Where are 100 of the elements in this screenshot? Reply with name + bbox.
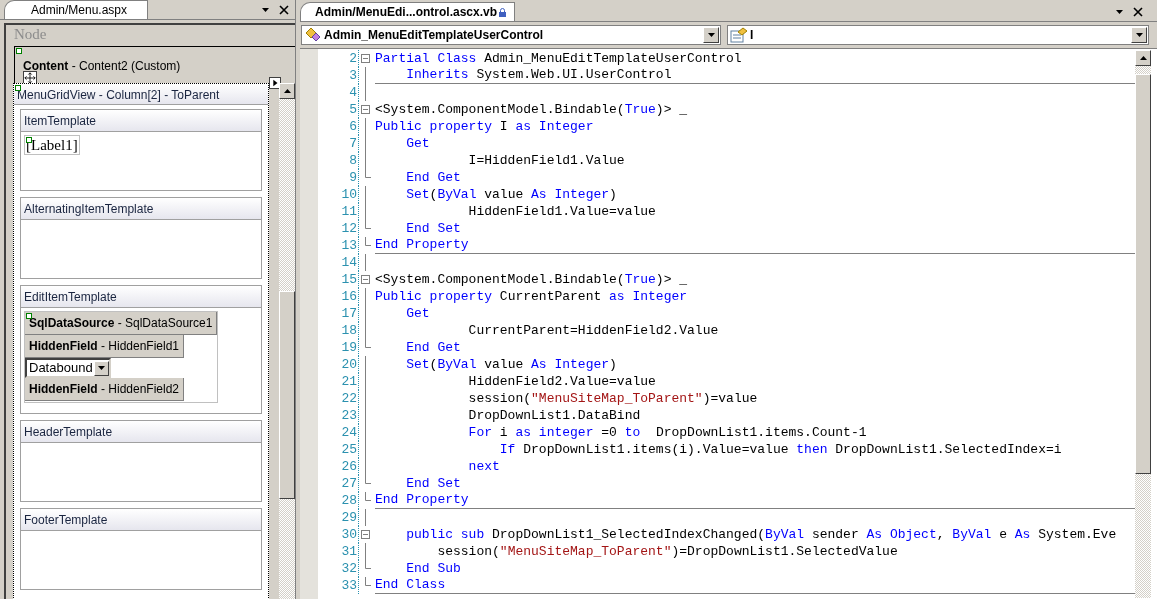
window-menu-icon (262, 8, 269, 12)
component-control: HiddenField - HiddenField1 (25, 335, 185, 358)
line-number: 8 (348, 151, 358, 170)
code-line: End Set (405, 475, 461, 492)
scroll-up-button[interactable] (279, 83, 295, 99)
scroll-thumb[interactable] (1135, 74, 1151, 474)
collapse-icon[interactable] (361, 54, 370, 63)
code-line: HiddenField2.Value=value (467, 373, 656, 390)
code-line: I=HiddenField1.Value (467, 152, 625, 169)
line-number: 25 (340, 440, 358, 459)
code-line: <System.ComponentModel.Bindable(True)> _ (375, 101, 688, 118)
class-icon (304, 27, 322, 43)
line-number: 21 (340, 372, 358, 391)
line-number: 13 (340, 236, 358, 255)
dropdown-arrow-icon (1135, 33, 1143, 37)
code-line: Get (405, 305, 430, 322)
line-number: 33 (340, 576, 358, 595)
fold-end-mark (365, 169, 371, 178)
line-number: 14 (340, 253, 358, 272)
smart-tag-icon[interactable] (15, 85, 21, 91)
class-dropdown[interactable]: Admin_MenuEditTemplateUserControl (301, 25, 721, 45)
dropdown-arrow-icon (707, 33, 715, 37)
component-control: HiddenField - HiddenField2 (25, 378, 185, 401)
template-title: FooterTemplate (21, 509, 261, 531)
window-menu-icon (1116, 10, 1123, 14)
line-number: 32 (340, 559, 358, 578)
code-line: Partial Class Admin_MenuEditTemplateUserControl (375, 50, 742, 67)
line-number: 23 (340, 406, 358, 425)
line-number: 16 (340, 287, 358, 306)
code-line: End Property (375, 492, 469, 508)
code-line: If DropDownList1.items(i).Value=value then DropDownList1.SelectedIndex=i (498, 441, 1062, 458)
dropdown-arrow-icon (98, 366, 105, 370)
fold-line (365, 543, 366, 560)
collapse-icon[interactable] (361, 105, 370, 114)
line-number: 28 (340, 491, 358, 510)
code-line: Inherits System.Web.UI.UserControl (405, 67, 672, 83)
line-number: 5 (348, 100, 358, 119)
template-title: HeaderTemplate (21, 421, 261, 443)
template-title: AlternatingItemTemplate (21, 198, 261, 220)
document-tab[interactable]: Admin/MenuEdi...ontrol.ascx.vb (300, 2, 516, 21)
code-line: CurrentParent=HiddenField2.Value (467, 322, 719, 339)
code-line: next (467, 458, 500, 475)
up-arrow-icon (1139, 56, 1147, 60)
code-line: End Sub (405, 560, 461, 577)
line-number: 27 (340, 474, 358, 493)
line-number: 26 (340, 457, 358, 476)
template-title: EditItemTemplate (21, 286, 261, 308)
fold-line (365, 254, 366, 271)
code-line: End Get (405, 339, 461, 356)
grid-title: MenuGridView - Column[2] - ToParent (14, 84, 268, 105)
line-number: 30 (340, 525, 358, 544)
content-header: Content - Content2 (Custom) (23, 58, 181, 75)
close-icon[interactable] (279, 5, 289, 15)
line-number: 4 (348, 83, 358, 102)
line-number: 29 (340, 508, 358, 527)
line-number: 2 (348, 49, 358, 68)
component-control: SqlDataSource - SqlDataSource1 (25, 312, 218, 335)
scrollbar[interactable] (1135, 50, 1151, 598)
scroll-up-button[interactable] (1135, 50, 1151, 66)
dropdown-control[interactable]: Databound (25, 358, 111, 378)
code-line: For i as integer =0 to DropDownList1.items.Count-1 (467, 424, 867, 441)
document-tab[interactable]: Admin/Menu.aspx (4, 0, 149, 19)
template-title: ItemTemplate (21, 110, 261, 132)
code-line: HiddenField1.Value=value (467, 203, 656, 220)
line-number: 24 (340, 423, 358, 442)
line-number: 7 (348, 134, 358, 153)
fold-end-mark (365, 339, 371, 348)
code-line: Set(ByVal value As Integer) (405, 186, 617, 203)
line-number: 3 (348, 66, 358, 85)
label-control: [Label1] (24, 135, 80, 155)
line-number: 9 (348, 168, 358, 187)
code-line: session("MenuSiteMap_ToParent")=DropDownList1.SelectedValue (436, 543, 898, 560)
collapse-icon[interactable] (361, 530, 370, 539)
code-line: session("MenuSiteMap_ToParent")=value (467, 390, 758, 407)
line-number: 10 (340, 185, 358, 204)
line-number: 12 (340, 219, 358, 238)
scroll-thumb[interactable] (279, 291, 295, 499)
close-icon[interactable] (1133, 7, 1143, 17)
smart-tag-icon[interactable] (16, 48, 22, 54)
line-number: 11 (340, 202, 358, 221)
property-icon (730, 27, 748, 43)
code-line: End Get (405, 169, 461, 186)
node-label: Node (13, 25, 48, 43)
line-number: 17 (340, 304, 358, 323)
code-line: End Property (375, 237, 469, 253)
code-line: Get (405, 135, 430, 152)
line-number: 20 (340, 355, 358, 374)
collapse-icon[interactable] (361, 275, 370, 284)
smart-tag-icon[interactable] (26, 313, 32, 319)
line-number: 31 (340, 542, 358, 561)
scrollbar[interactable] (279, 83, 295, 599)
up-arrow-icon (283, 89, 291, 93)
fold-line (365, 509, 366, 526)
line-number: 19 (340, 338, 358, 357)
code-line: public sub DropDownList1_SelectedIndexChanged(ByVal sender As Object, ByVal e As System.Eve (405, 526, 1117, 543)
code-line: Public property I as Integer (375, 118, 594, 135)
line-number: 15 (340, 270, 358, 289)
member-dropdown[interactable]: I (727, 25, 1149, 45)
code-line: <System.ComponentModel.Bindable(True)> _ (375, 271, 688, 288)
line-number: 18 (340, 321, 358, 340)
